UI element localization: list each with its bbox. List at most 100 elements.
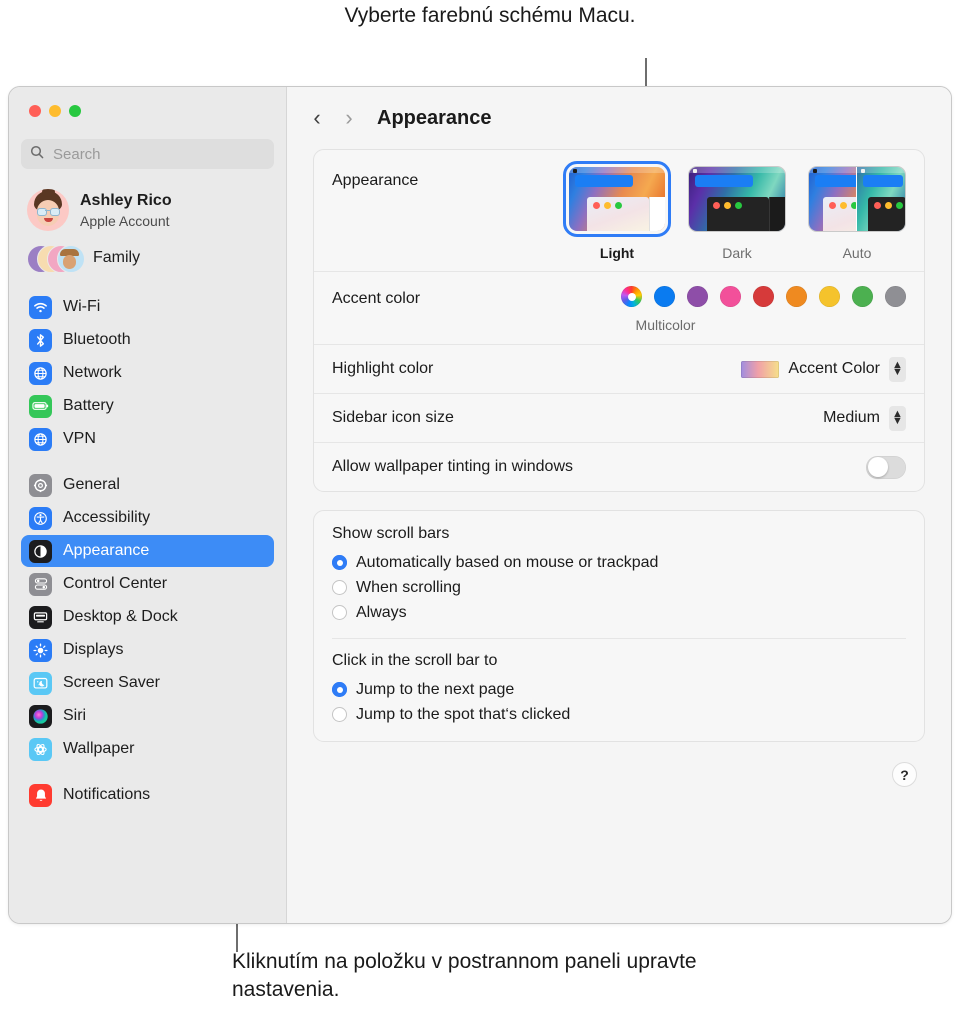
sidebar-item-network[interactable]: Network bbox=[21, 357, 274, 389]
sidebar-item-apple-account[interactable]: Ashley Rico Apple Account bbox=[21, 185, 274, 235]
help-button[interactable]: ? bbox=[892, 762, 917, 787]
appearance-option-dark[interactable]: Dark bbox=[688, 166, 786, 261]
sidebar-item-notifications[interactable]: Notifications bbox=[21, 779, 274, 811]
click-scroll-bar-option-1[interactable]: Jump to the spot that‘s clicked bbox=[332, 702, 906, 727]
sidebar-group-0: Wi-Fi Bluetooth Network BatteryVPN bbox=[21, 291, 274, 455]
click-scroll-bar-option-0[interactable]: Jump to the next page bbox=[332, 677, 906, 702]
wallpaper-tinting-toggle[interactable] bbox=[866, 456, 906, 479]
radio-button[interactable] bbox=[332, 555, 347, 570]
sidebar-item-displays[interactable]: Displays bbox=[21, 634, 274, 666]
radio-button[interactable] bbox=[332, 580, 347, 595]
appearance-label-dark: Dark bbox=[688, 245, 786, 261]
appearance-label-auto: Auto bbox=[808, 245, 906, 261]
sidebar-icon-size-row[interactable]: Sidebar icon size Medium ▲ ▼ bbox=[314, 393, 924, 442]
appearance-label: Appearance bbox=[332, 166, 568, 190]
accent-color-swatches bbox=[621, 286, 906, 307]
sidebar-icon-size-value: Medium bbox=[823, 409, 880, 427]
close-button[interactable] bbox=[29, 105, 41, 117]
avatar bbox=[27, 189, 69, 231]
sidebar-item-appearance[interactable]: Appearance bbox=[21, 535, 274, 567]
show-scroll-bars-option-2[interactable]: Always bbox=[332, 600, 906, 625]
show-scroll-bars-option-1[interactable]: When scrolling bbox=[332, 575, 906, 600]
highlight-color-value: Accent Color bbox=[788, 360, 880, 378]
radio-label: Jump to the spot that‘s clicked bbox=[356, 706, 570, 724]
appearance-options: Light Dark bbox=[568, 166, 906, 261]
search-field[interactable] bbox=[21, 139, 274, 169]
accent-color-label: Accent color bbox=[332, 286, 621, 308]
callout-top-text: Vyberte farebnú schému Macu. bbox=[330, 2, 650, 30]
sidebar-item-siri[interactable]: Siri bbox=[21, 700, 274, 732]
click-scroll-bar-title: Click in the scroll bar to bbox=[332, 652, 906, 670]
zoom-button[interactable] bbox=[69, 105, 81, 117]
radio-button[interactable] bbox=[332, 605, 347, 620]
gear-icon bbox=[29, 474, 52, 497]
appearance-thumbnail-dark bbox=[688, 166, 786, 232]
sidebar-item-bluetooth[interactable]: Bluetooth bbox=[21, 324, 274, 356]
accent-swatch-green[interactable] bbox=[852, 286, 873, 307]
sidebar-item-general[interactable]: General bbox=[21, 469, 274, 501]
appearance-option-auto[interactable]: Auto bbox=[808, 166, 906, 261]
wifi-icon bbox=[29, 296, 52, 319]
sidebar-group-2: Notifications bbox=[21, 779, 274, 811]
minimize-button[interactable] bbox=[49, 105, 61, 117]
radio-label: Jump to the next page bbox=[356, 681, 514, 699]
battery-icon bbox=[29, 395, 52, 418]
accent-swatch-graphite[interactable] bbox=[885, 286, 906, 307]
chevron-left-icon[interactable]: ‹ bbox=[309, 107, 325, 129]
appearance-option-light[interactable]: Light bbox=[568, 166, 666, 261]
sidebar-item-label: Screen Saver bbox=[63, 674, 160, 692]
sidebar-item-label: Network bbox=[63, 364, 122, 382]
sidebar-item-label: Notifications bbox=[63, 786, 150, 804]
account-subtitle: Apple Account bbox=[80, 213, 172, 229]
highlight-color-row[interactable]: Highlight color Accent Color ▲ ▼ bbox=[314, 344, 924, 393]
radio-button[interactable] bbox=[332, 682, 347, 697]
sidebar-item-wallpaper[interactable]: Wallpaper bbox=[21, 733, 274, 765]
accent-swatch-yellow[interactable] bbox=[819, 286, 840, 307]
help-row: ? bbox=[313, 760, 925, 787]
sidebar: Ashley Rico Apple Account Family Wi-Fi Bl… bbox=[9, 87, 287, 923]
appearance-label-light: Light bbox=[568, 245, 666, 261]
globe-icon bbox=[29, 362, 52, 385]
sidebar-item-accessibility[interactable]: Accessibility bbox=[21, 502, 274, 534]
highlight-color-stepper[interactable]: ▲ ▼ bbox=[889, 357, 906, 382]
appearance-card: Appearance Light bbox=[313, 149, 925, 492]
sidebar-item-control-center[interactable]: Control Center bbox=[21, 568, 274, 600]
radio-button[interactable] bbox=[332, 707, 347, 722]
sidebar-item-label: General bbox=[63, 476, 120, 494]
sidebar-item-family[interactable]: Family bbox=[21, 239, 274, 277]
sidebar-item-label: Displays bbox=[63, 641, 123, 659]
show-scroll-bars-option-0[interactable]: Automatically based on mouse or trackpad bbox=[332, 550, 906, 575]
appearance-thumbnail-auto bbox=[808, 166, 906, 232]
content-pane: ‹ › Appearance Appearance bbox=[287, 87, 951, 923]
chevron-right-icon[interactable]: › bbox=[341, 107, 357, 129]
brightness-icon bbox=[29, 639, 52, 662]
accent-color-selected-label: Multicolor bbox=[636, 317, 696, 333]
show-scroll-bars-title: Show scroll bars bbox=[332, 525, 906, 543]
sidebar-item-wi-fi[interactable]: Wi-Fi bbox=[21, 291, 274, 323]
accent-swatch-multicolor[interactable] bbox=[621, 286, 642, 307]
search-icon bbox=[30, 145, 44, 164]
accent-swatch-red[interactable] bbox=[753, 286, 774, 307]
sidebar-item-label: Siri bbox=[63, 707, 86, 725]
show-scroll-bars-options: Automatically based on mouse or trackpad… bbox=[332, 550, 906, 625]
memoji-group-icon bbox=[27, 243, 83, 273]
bell-icon bbox=[29, 784, 52, 807]
sidebar-item-vpn[interactable]: VPN bbox=[21, 423, 274, 455]
accent-color-row: Accent color Multicolor bbox=[314, 271, 924, 344]
highlight-color-label: Highlight color bbox=[332, 360, 741, 378]
system-settings-window: Ashley Rico Apple Account Family Wi-Fi Bl… bbox=[8, 86, 952, 924]
accent-swatch-orange[interactable] bbox=[786, 286, 807, 307]
sidebar-icon-size-stepper[interactable]: ▲ ▼ bbox=[889, 406, 906, 431]
scroll-bars-card: Show scroll bars Automatically based on … bbox=[313, 510, 925, 742]
family-label: Family bbox=[93, 249, 140, 267]
sidebar-item-label: Bluetooth bbox=[63, 331, 131, 349]
accent-swatch-pink[interactable] bbox=[720, 286, 741, 307]
accent-swatch-purple[interactable] bbox=[687, 286, 708, 307]
accent-swatch-blue[interactable] bbox=[654, 286, 675, 307]
search-container bbox=[21, 139, 274, 169]
search-input[interactable] bbox=[51, 145, 265, 164]
sidebar-item-screen-saver[interactable]: Screen Saver bbox=[21, 667, 274, 699]
sidebar-item-desktop-dock[interactable]: Desktop & Dock bbox=[21, 601, 274, 633]
vpn-globe-icon bbox=[29, 428, 52, 451]
sidebar-item-battery[interactable]: Battery bbox=[21, 390, 274, 422]
